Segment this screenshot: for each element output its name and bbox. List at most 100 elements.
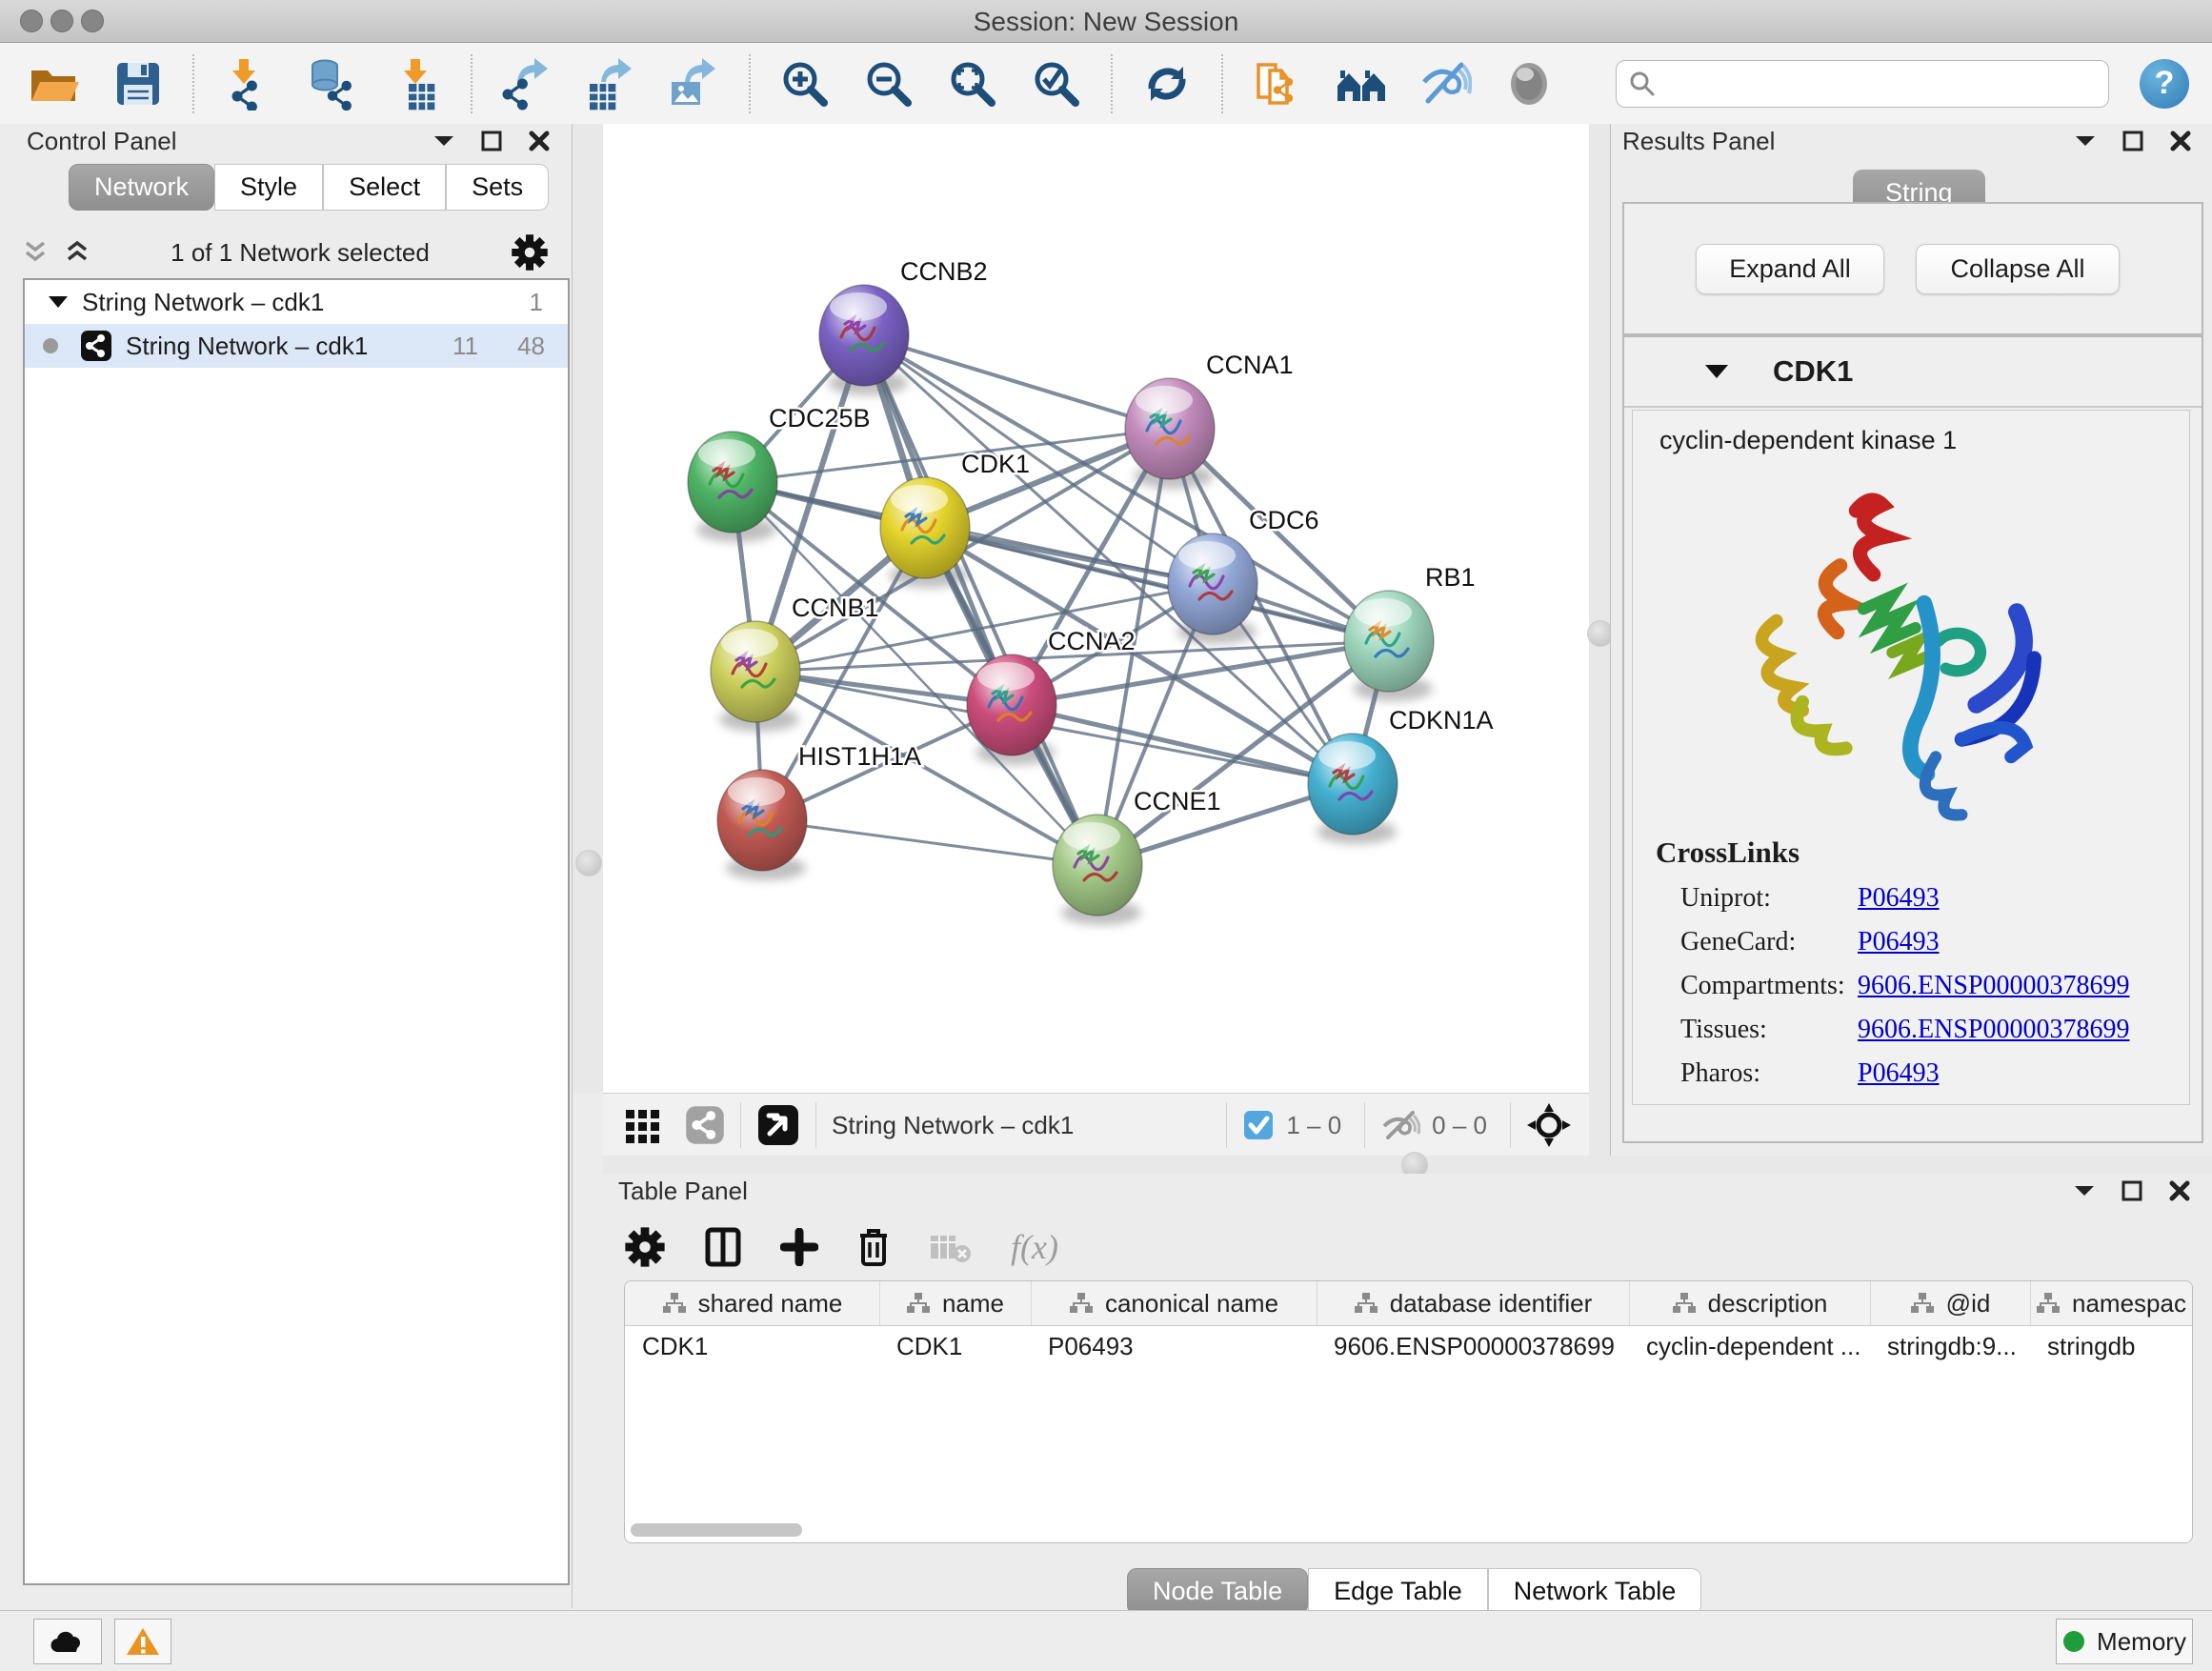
zoom-in-button[interactable]: [775, 54, 835, 113]
memory-button[interactable]: Memory: [2056, 1619, 2193, 1664]
tab-network[interactable]: Network: [69, 164, 214, 211]
left-splitter[interactable]: [573, 124, 603, 1093]
panel-menu-chevron-icon[interactable]: [2074, 133, 2097, 149]
help-button[interactable]: ?: [2140, 59, 2189, 109]
close-panel-icon[interactable]: [2169, 130, 2192, 152]
bottom-splitter[interactable]: [603, 1156, 2212, 1174]
edge-CCNA2-CDKN1A[interactable]: [1012, 705, 1353, 784]
close-panel-icon[interactable]: [528, 130, 551, 152]
right-splitter[interactable]: [1589, 124, 1610, 1158]
node-CCNA1[interactable]: CCNA1: [1125, 351, 1294, 479]
expand-all-button[interactable]: Expand All: [1696, 244, 1884, 294]
network-view-toolbar: String Network – cdk1 1 – 0 0 – 0: [603, 1093, 1589, 1157]
crosslink-link[interactable]: 9606.ENSP00000378699: [1858, 1015, 2129, 1045]
panel-menu-chevron-icon[interactable]: [432, 133, 455, 149]
show-columns-icon[interactable]: [704, 1226, 742, 1268]
column-header-description[interactable]: description: [1629, 1281, 1871, 1325]
column-header-canonicalname[interactable]: canonical name: [1031, 1281, 1317, 1325]
column-type-icon: [662, 1292, 687, 1315]
edge-HIST1H1A-CCNE1[interactable]: [762, 820, 1097, 865]
import-network-file-button[interactable]: [219, 54, 278, 113]
zoom-selected-button[interactable]: [1027, 54, 1086, 113]
node-CCNA2[interactable]: CCNA2: [967, 627, 1136, 755]
export-network-button[interactable]: [497, 54, 556, 113]
delete-column-icon[interactable]: [856, 1226, 891, 1268]
import-network-database-button[interactable]: [303, 54, 362, 113]
float-panel-icon[interactable]: [2121, 1179, 2143, 1202]
detach-view-icon[interactable]: [756, 1103, 800, 1147]
column-header-databaseidentifier[interactable]: database identifier: [1317, 1281, 1630, 1325]
node-CDKN1A[interactable]: CDKN1A: [1308, 706, 1494, 835]
column-header-namespac[interactable]: namespac: [2030, 1281, 2193, 1325]
node-HIST1H1A[interactable]: HIST1H1A: [717, 742, 921, 871]
grid-view-icon[interactable]: [624, 1106, 662, 1144]
refresh-button[interactable]: [1137, 54, 1196, 113]
protein-structure-image: [1719, 468, 2081, 849]
tab-sets[interactable]: Sets: [446, 164, 549, 211]
edge-CCNB2-CCNE1[interactable]: [864, 335, 1097, 865]
edge-CCNB2-CCNA1[interactable]: [864, 335, 1170, 429]
tab-node-table[interactable]: Node Table: [1127, 1568, 1308, 1615]
tab-network-table[interactable]: Network Table: [1488, 1568, 1702, 1615]
left-splitter-grip[interactable]: [575, 850, 602, 876]
zoom-fit-button[interactable]: [943, 54, 1002, 113]
zoom-out-button[interactable]: [859, 54, 918, 113]
open-session-button[interactable]: [25, 54, 84, 113]
node-CDK1[interactable]: CDK1: [880, 450, 1030, 578]
string-home-button[interactable]: [1332, 54, 1391, 113]
column-header-id[interactable]: @id: [1870, 1281, 2031, 1325]
crosslink-link[interactable]: P06493: [1858, 927, 1940, 957]
search-box[interactable]: [1616, 60, 2109, 108]
search-input[interactable]: [1657, 64, 2097, 104]
collapse-triangle-icon[interactable]: [1704, 363, 1729, 380]
table-settings-gear-icon[interactable]: [624, 1226, 666, 1268]
show-sphere-button[interactable]: [1499, 54, 1558, 113]
table-cell[interactable]: stringdb: [2030, 1325, 2192, 1367]
float-panel-icon[interactable]: [2122, 130, 2144, 152]
crosslink-link[interactable]: 9606.ENSP00000378699: [1858, 971, 2129, 1001]
tab-edge-table[interactable]: Edge Table: [1308, 1568, 1488, 1615]
crosslink-link[interactable]: P06493: [1858, 883, 1940, 914]
table-cell[interactable]: CDK1: [879, 1325, 1031, 1367]
import-table-button[interactable]: [387, 54, 446, 113]
birdseye-view-icon[interactable]: [1526, 1102, 1572, 1148]
expand-all-tree-icon[interactable]: [23, 239, 48, 266]
collapse-all-button[interactable]: Collapse All: [1916, 244, 2120, 294]
node-CCNE1[interactable]: CCNE1: [1053, 787, 1221, 916]
panel-menu-chevron-icon[interactable]: [2073, 1183, 2096, 1198]
function-builder-icon: f(x): [1011, 1227, 1058, 1267]
collapse-all-tree-icon[interactable]: [65, 239, 90, 266]
table-cell[interactable]: stringdb:9...: [1870, 1325, 2030, 1367]
table-cell[interactable]: cyclin-dependent ...: [1629, 1325, 1870, 1367]
export-image-icon: [668, 57, 721, 111]
close-panel-icon[interactable]: [2168, 1179, 2191, 1202]
column-header-sharedname[interactable]: shared name: [625, 1281, 880, 1325]
export-table-button[interactable]: [581, 54, 640, 113]
table-cell[interactable]: P06493: [1031, 1325, 1317, 1367]
gear-icon[interactable]: [511, 233, 549, 272]
export-image-button[interactable]: [665, 54, 724, 113]
column-header-name[interactable]: name: [879, 1281, 1032, 1325]
warnings-button[interactable]: [114, 1619, 171, 1664]
save-session-button[interactable]: [109, 54, 168, 113]
crosslink-link[interactable]: P06493: [1858, 1058, 1940, 1089]
hidden-eye-icon[interactable]: [1380, 1109, 1420, 1141]
cloud-button[interactable]: [33, 1619, 102, 1664]
gene-section-header[interactable]: CDK1: [1624, 337, 2202, 408]
hide-glasses-button[interactable]: [1416, 54, 1475, 113]
float-panel-icon[interactable]: [480, 130, 503, 152]
network-canvas[interactable]: CCNB2 CCNA1 CDC25B CDK1 CDC6: [603, 124, 1589, 1093]
network-collection-row[interactable]: String Network – cdk1 1: [25, 280, 568, 324]
string-import-button[interactable]: [1248, 54, 1307, 113]
share-view-icon[interactable]: [685, 1105, 725, 1145]
tab-style[interactable]: Style: [214, 164, 323, 211]
node-RB1[interactable]: RB1: [1344, 563, 1476, 692]
table-cell[interactable]: CDK1: [625, 1325, 879, 1367]
tab-select[interactable]: Select: [323, 164, 446, 211]
selected-checkbox-icon[interactable]: [1242, 1109, 1275, 1141]
table-cell[interactable]: 9606.ENSP00000378699: [1317, 1325, 1629, 1367]
add-column-icon[interactable]: [780, 1228, 818, 1266]
collapse-triangle-icon[interactable]: [48, 294, 69, 310]
table-horizontal-scrollbar[interactable]: [631, 1523, 802, 1537]
network-row-selected[interactable]: String Network – cdk1 11 48: [25, 324, 568, 368]
